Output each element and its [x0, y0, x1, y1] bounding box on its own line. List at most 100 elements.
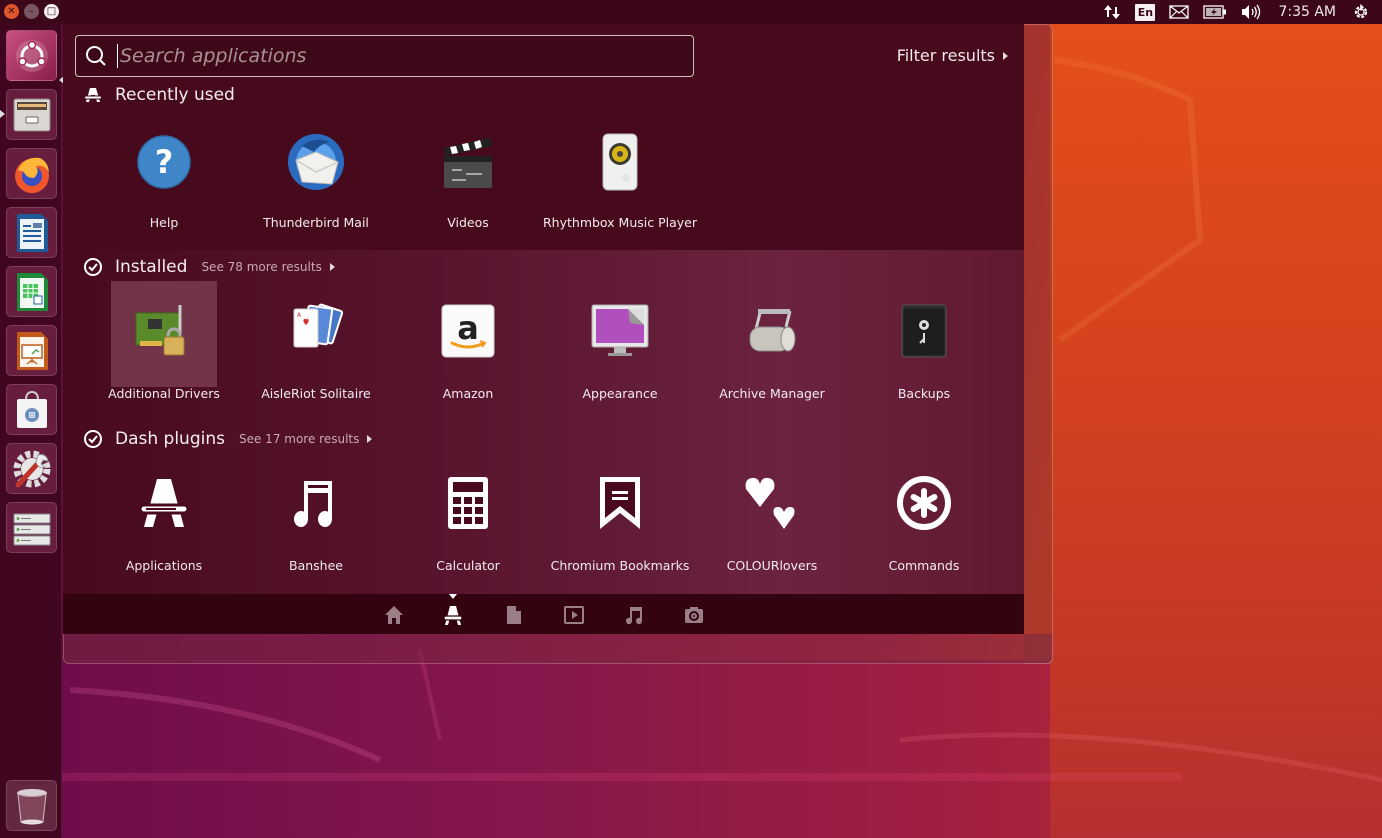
- app-label: Rhythmbox Music Player: [542, 215, 697, 230]
- expand-arrow-icon: [329, 263, 335, 271]
- plugin-tile-colourlovers[interactable]: COLOURlovers: [719, 453, 825, 573]
- battery-indicator[interactable]: [1196, 0, 1234, 24]
- svg-text:?: ?: [155, 143, 174, 181]
- messaging-indicator[interactable]: [1162, 0, 1196, 24]
- dash-frame-bottom: [63, 634, 1053, 664]
- launcher-libreoffice-impress[interactable]: [6, 325, 57, 376]
- plugin-tile-chromium-bookmarks[interactable]: Chromium Bookmarks: [551, 453, 689, 573]
- running-indicator: [0, 110, 5, 118]
- network-updown-icon: [1104, 5, 1121, 19]
- clock[interactable]: 7:35 AM: [1268, 0, 1346, 24]
- software-bag-icon: [16, 390, 47, 428]
- filter-results-button[interactable]: Filter results: [897, 46, 1008, 65]
- network-indicator[interactable]: [1096, 0, 1128, 24]
- search-box[interactable]: [75, 35, 694, 77]
- launcher-libreoffice-writer[interactable]: [6, 207, 57, 258]
- top-panel: ✕ – □ En 7:35 AM: [0, 0, 1382, 24]
- app-label: Commands: [888, 558, 960, 573]
- minimize-icon: –: [29, 5, 34, 17]
- check-circle-icon: [84, 258, 102, 276]
- session-indicator[interactable]: [1346, 0, 1376, 24]
- app-tile-archive-manager[interactable]: Archive Manager: [719, 281, 825, 401]
- app-label: AisleRiot Solitaire: [261, 386, 371, 401]
- launcher: [0, 24, 64, 838]
- search-icon: [86, 46, 106, 66]
- close-icon: ✕: [7, 5, 16, 17]
- file-icon: [507, 606, 521, 624]
- lens-bar: [63, 594, 1024, 634]
- hearts-icon: [745, 477, 795, 529]
- section-title: Recently used: [115, 85, 235, 105]
- app-tile-backups[interactable]: Backups: [871, 281, 977, 401]
- lens-applications[interactable]: [442, 604, 464, 626]
- lens-videos[interactable]: [563, 604, 585, 626]
- indicator-area: En 7:35 AM: [1096, 0, 1376, 24]
- app-label: Chromium Bookmarks: [550, 558, 690, 573]
- dash: Filter results Recently used ? Help: [63, 24, 1024, 634]
- minimize-button[interactable]: –: [24, 4, 39, 19]
- launcher-files[interactable]: [6, 89, 57, 140]
- app-tile-amazon[interactable]: a Amazon: [415, 281, 521, 401]
- app-tile-help[interactable]: ? Help: [111, 110, 217, 230]
- power-gear-icon: [1354, 4, 1368, 19]
- keyboard-indicator[interactable]: En: [1128, 0, 1162, 24]
- rhythmbox-speaker-icon: [602, 133, 638, 191]
- firefox-icon: [14, 157, 49, 193]
- plugin-tile-banshee[interactable]: Banshee: [263, 453, 369, 573]
- plugin-tile-applications[interactable]: Applications: [111, 453, 217, 573]
- app-tile-rhythmbox[interactable]: Rhythmbox Music Player: [543, 110, 697, 230]
- videos-clapperboard-icon: [444, 138, 492, 188]
- writer-icon: [16, 213, 48, 252]
- see-more-label: See 17 more results: [238, 432, 360, 446]
- search-input[interactable]: [117, 44, 693, 68]
- launcher-software-updater[interactable]: [6, 502, 57, 553]
- dash-frame-right: [1024, 24, 1053, 664]
- app-tile-appearance[interactable]: Appearance: [567, 281, 673, 401]
- app-tile-videos[interactable]: Videos: [415, 110, 521, 230]
- file-cabinet-icon: [13, 98, 50, 131]
- plugin-tile-commands[interactable]: Commands: [871, 453, 977, 573]
- app-label: Appearance: [582, 386, 658, 401]
- see-more-link[interactable]: See 78 more results: [201, 260, 335, 274]
- see-more-link[interactable]: See 17 more results: [238, 432, 373, 446]
- app-label: Archive Manager: [719, 386, 825, 401]
- launcher-libreoffice-calc[interactable]: [6, 266, 57, 317]
- close-button[interactable]: ✕: [4, 4, 19, 19]
- section-title: Dash plugins: [115, 429, 225, 449]
- launcher-firefox[interactable]: [6, 148, 57, 199]
- volume-icon: [1242, 4, 1261, 20]
- app-label: Thunderbird Mail: [263, 215, 369, 230]
- video-icon: [564, 606, 584, 624]
- lens-files[interactable]: [503, 604, 525, 626]
- applications-icon: [138, 479, 190, 527]
- maximize-button[interactable]: □: [44, 4, 59, 19]
- app-tile-additional-drivers[interactable]: Additional Drivers: [108, 281, 220, 401]
- lens-photos[interactable]: [683, 604, 705, 626]
- launcher-ubuntu-software[interactable]: [6, 384, 57, 435]
- launcher-dash-home[interactable]: [6, 30, 57, 81]
- amazon-icon: a: [441, 304, 495, 358]
- window-controls: ✕ – □: [4, 4, 59, 19]
- plugin-tile-calculator[interactable]: Calculator: [415, 453, 521, 573]
- app-label: Videos: [447, 215, 489, 230]
- active-lens-marker: [449, 594, 457, 599]
- launcher-trash[interactable]: [6, 780, 57, 831]
- section-recently-used: Recently used ? Help Thunderbird Mail Vi…: [63, 78, 1024, 248]
- lens-home[interactable]: [383, 604, 405, 626]
- svg-text:a: a: [457, 309, 479, 347]
- impress-icon: [16, 331, 48, 370]
- launcher-system-settings[interactable]: [6, 443, 57, 494]
- battery-charging-icon: [1203, 5, 1227, 19]
- app-label: Applications: [125, 558, 203, 573]
- bookmark-icon: [600, 477, 640, 529]
- app-label: Help: [149, 215, 179, 230]
- ubuntu-logo-icon: [15, 39, 48, 72]
- app-tile-thunderbird[interactable]: Thunderbird Mail: [263, 110, 369, 230]
- mail-icon: [1169, 5, 1190, 19]
- servers-icon: [13, 513, 50, 545]
- sound-indicator[interactable]: [1234, 0, 1268, 24]
- app-label: Banshee: [289, 558, 343, 573]
- app-tile-aisleriot-solitaire[interactable]: A AisleRiot Solitaire: [261, 281, 371, 401]
- lens-music[interactable]: [623, 604, 645, 626]
- asterisk-circle-icon: [897, 476, 951, 530]
